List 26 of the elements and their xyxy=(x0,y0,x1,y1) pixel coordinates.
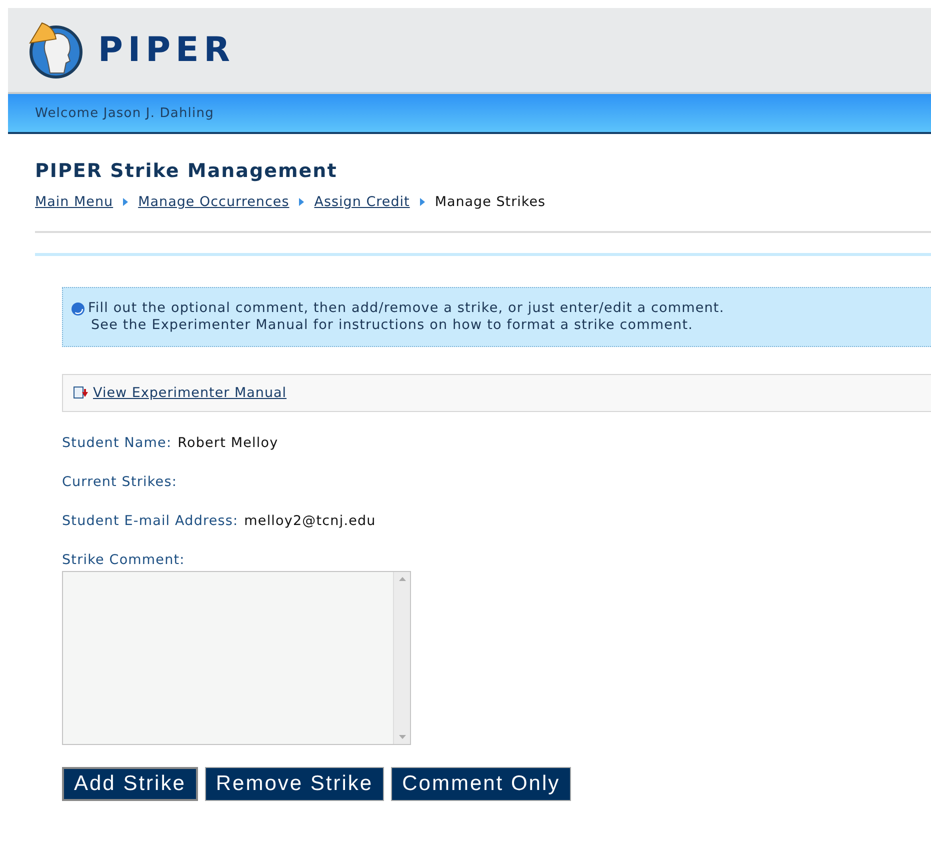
separator-icon xyxy=(420,198,425,206)
breadcrumb-link[interactable]: Main Menu xyxy=(35,194,114,210)
scroll-up-icon[interactable] xyxy=(398,577,406,581)
action-button[interactable]: Add Strike xyxy=(62,767,198,801)
breadcrumb-link[interactable]: Manage Occurrences xyxy=(138,194,290,210)
separator-icon xyxy=(299,198,304,206)
page-title: PIPER Strike Management xyxy=(35,160,338,182)
separator-icon xyxy=(123,198,128,206)
field-label: Current Strikes: xyxy=(62,474,177,490)
field-value: Robert Melloy xyxy=(178,435,278,451)
welcome-text: Welcome Jason J. Dahling xyxy=(35,106,214,120)
breadcrumb-link[interactable]: Assign Credit xyxy=(314,194,410,210)
document-download-icon xyxy=(73,386,89,400)
scroll-down-icon[interactable] xyxy=(398,735,406,739)
manual-link[interactable]: View Experimenter Manual xyxy=(93,385,287,401)
comment-label: Strike Comment: xyxy=(62,552,185,568)
field-value: melloy2@tcnj.edu xyxy=(244,513,376,529)
action-button[interactable]: Remove Strike xyxy=(204,767,384,801)
field-label: Student Name: xyxy=(62,435,172,451)
comment-textarea[interactable] xyxy=(62,571,411,745)
field-label: Student E-mail Address: xyxy=(62,513,238,529)
action-button[interactable]: Comment Only xyxy=(391,767,572,801)
logo-text: PIPER xyxy=(98,30,235,70)
info-text: Fill out the optional comment, then add/remove a strike, or just enter/edit a comment. See the Experimenter Manual for instructions on how to format a strike comment. xyxy=(88,300,724,334)
breadcrumb-current: Manage Strikes xyxy=(434,194,546,210)
scrollbar[interactable] xyxy=(393,572,410,744)
